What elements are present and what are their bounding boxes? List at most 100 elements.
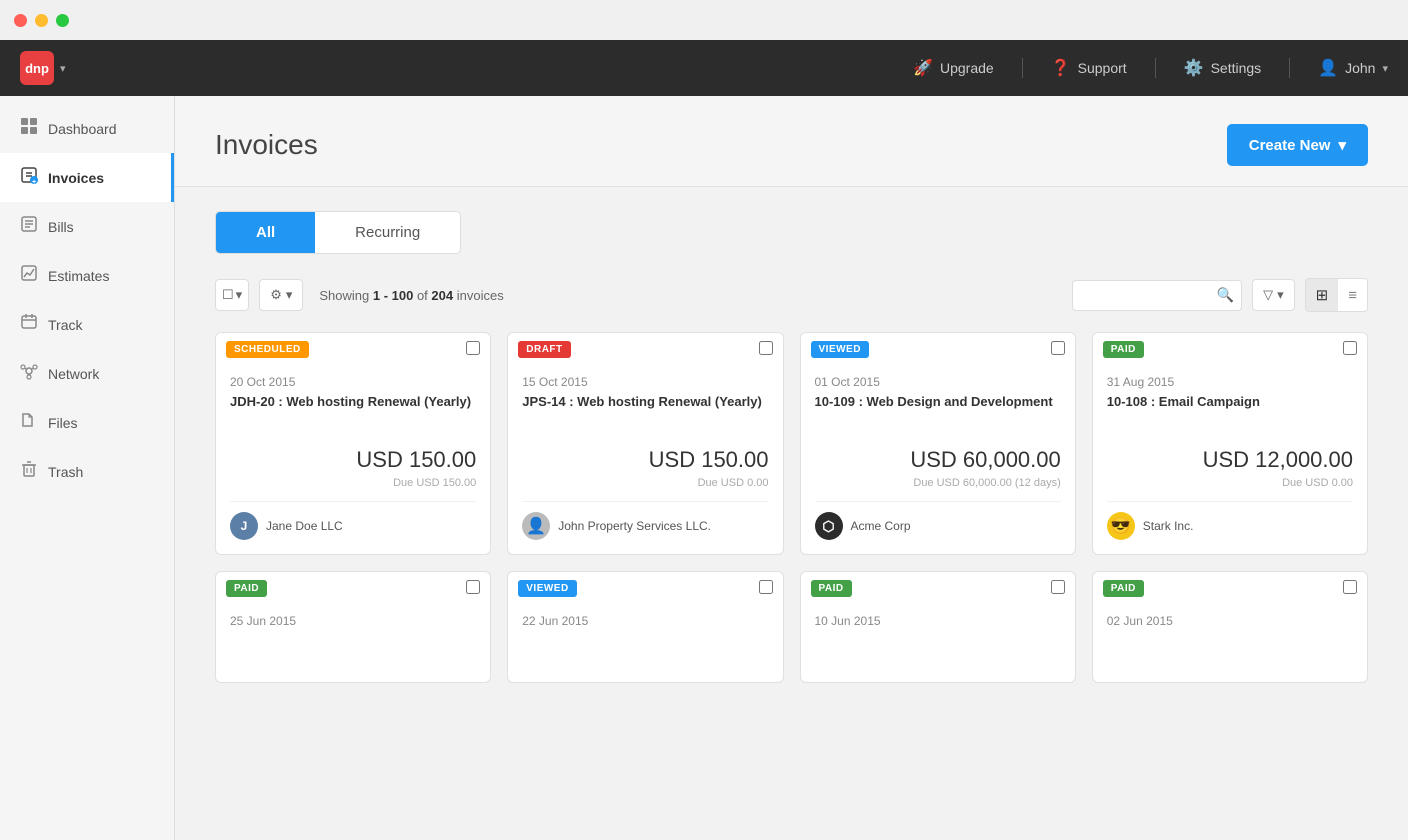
status-badge-8: PAID bbox=[1103, 580, 1144, 597]
invoice-amount-3: USD 60,000.00 bbox=[815, 447, 1061, 473]
topnav-actions: 🚀 Upgrade ❓ Support ⚙️ Settings 👤 John ▾ bbox=[913, 58, 1388, 78]
topnav: dnp ▾ 🚀 Upgrade ❓ Support ⚙️ Settings 👤 … bbox=[0, 40, 1408, 96]
nav-divider bbox=[1022, 58, 1023, 78]
filter-icon: ▽ bbox=[1263, 287, 1273, 303]
user-dropdown-arrow: ▾ bbox=[1382, 62, 1388, 75]
client-name-3: Acme Corp bbox=[851, 519, 911, 533]
sidebar-label-invoices: Invoices bbox=[48, 170, 104, 186]
bills-icon bbox=[20, 215, 38, 238]
invoice-date-7: 10 Jun 2015 bbox=[815, 614, 1061, 628]
invoice-due-1: Due USD 150.00 bbox=[230, 477, 476, 489]
status-badge-6: VIEWED bbox=[518, 580, 576, 597]
toolbar: ☐ ▾ ⚙ ▾ Showing 1 - 100 of 204 invoices … bbox=[215, 278, 1368, 312]
invoice-card-3[interactable]: VIEWED 01 Oct 2015 10-109 : Web Design a… bbox=[800, 332, 1076, 555]
card-checkbox-5[interactable] bbox=[466, 580, 480, 594]
invoice-amount-1: USD 150.00 bbox=[230, 447, 476, 473]
minimize-dot[interactable] bbox=[35, 14, 48, 27]
settings-button[interactable]: ⚙️ Settings bbox=[1184, 58, 1262, 78]
invoice-card-2[interactable]: DRAFT 15 Oct 2015 JPS-14 : Web hosting R… bbox=[507, 332, 783, 555]
logo-dropdown-arrow[interactable]: ▾ bbox=[60, 62, 66, 75]
status-badge-4: PAID bbox=[1103, 341, 1144, 358]
invoice-card-7[interactable]: PAID 10 Jun 2015 bbox=[800, 571, 1076, 683]
upgrade-button[interactable]: 🚀 Upgrade bbox=[913, 58, 994, 78]
client-avatar-2: 👤 bbox=[522, 512, 550, 540]
client-avatar-4: 😎 bbox=[1107, 512, 1135, 540]
sidebar-item-trash[interactable]: Trash bbox=[0, 447, 174, 496]
sidebar-label-estimates: Estimates bbox=[48, 268, 109, 284]
invoice-title-6 bbox=[522, 632, 768, 668]
invoice-due-2: Due USD 0.00 bbox=[522, 477, 768, 489]
invoice-card-1[interactable]: SCHEDULED 20 Oct 2015 JDH-20 : Web hosti… bbox=[215, 332, 491, 555]
client-name-1: Jane Doe LLC bbox=[266, 519, 343, 533]
list-view-button[interactable]: ≡ bbox=[1338, 279, 1367, 311]
status-badge: SCHEDULED bbox=[226, 341, 309, 358]
question-icon: ❓ bbox=[1051, 58, 1071, 78]
user-name: John bbox=[1345, 60, 1375, 76]
invoice-card-4[interactable]: PAID 31 Aug 2015 10-108 : Email Campaign… bbox=[1092, 332, 1368, 555]
sidebar-label-files: Files bbox=[48, 415, 78, 431]
showing-count: Showing 1 - 100 of 204 invoices bbox=[319, 288, 503, 303]
card-checkbox-1[interactable] bbox=[466, 341, 480, 355]
invoices-icon: + bbox=[20, 166, 38, 189]
select-arrow: ▾ bbox=[236, 287, 243, 303]
card-checkbox-6[interactable] bbox=[759, 580, 773, 594]
invoice-tabs: All Recurring bbox=[215, 211, 461, 254]
tab-all[interactable]: All bbox=[216, 212, 315, 253]
sidebar-label-dashboard: Dashboard bbox=[48, 121, 117, 137]
invoice-card-8[interactable]: PAID 02 Jun 2015 bbox=[1092, 571, 1368, 683]
create-new-label: Create New bbox=[1249, 137, 1331, 154]
upgrade-label: Upgrade bbox=[940, 60, 994, 76]
svg-text:+: + bbox=[32, 179, 36, 184]
invoice-amount-4: USD 12,000.00 bbox=[1107, 447, 1353, 473]
track-icon bbox=[20, 313, 38, 336]
status-badge-2: DRAFT bbox=[518, 341, 570, 358]
card-checkbox-8[interactable] bbox=[1343, 580, 1357, 594]
sidebar-item-network[interactable]: Network bbox=[0, 349, 174, 398]
sidebar-item-dashboard[interactable]: Dashboard bbox=[0, 104, 174, 153]
grid-view-button[interactable]: ⊞ bbox=[1306, 279, 1339, 311]
estimates-icon bbox=[20, 264, 38, 287]
invoice-title-8 bbox=[1107, 632, 1353, 668]
invoice-card-5[interactable]: PAID 25 Jun 2015 bbox=[215, 571, 491, 683]
titlebar bbox=[0, 0, 1408, 40]
card-checkbox-2[interactable] bbox=[759, 341, 773, 355]
card-checkbox-3[interactable] bbox=[1051, 341, 1065, 355]
close-dot[interactable] bbox=[14, 14, 27, 27]
status-badge-3: VIEWED bbox=[811, 341, 869, 358]
gear-icon: ⚙️ bbox=[1184, 58, 1204, 78]
card-checkbox-4[interactable] bbox=[1343, 341, 1357, 355]
invoice-date-4: 31 Aug 2015 bbox=[1107, 375, 1353, 389]
invoice-cards-grid: SCHEDULED 20 Oct 2015 JDH-20 : Web hosti… bbox=[215, 332, 1368, 683]
checkbox-icon: ☐ bbox=[222, 287, 234, 303]
create-new-button[interactable]: Create New ▾ bbox=[1227, 124, 1368, 166]
nav-divider-3 bbox=[1289, 58, 1290, 78]
invoice-client-3: ⬡ Acme Corp bbox=[815, 501, 1061, 540]
invoice-date-8: 02 Jun 2015 bbox=[1107, 614, 1353, 628]
page-title: Invoices bbox=[215, 129, 318, 161]
sidebar-item-track[interactable]: Track bbox=[0, 300, 174, 349]
invoice-title-1: JDH-20 : Web hosting Renewal (Yearly) bbox=[230, 393, 476, 429]
network-icon bbox=[20, 362, 38, 385]
support-button[interactable]: ❓ Support bbox=[1051, 58, 1127, 78]
maximize-dot[interactable] bbox=[56, 14, 69, 27]
app-logo[interactable]: dnp bbox=[20, 51, 54, 85]
actions-button[interactable]: ⚙ ▾ bbox=[259, 279, 303, 311]
search-input[interactable] bbox=[1072, 280, 1242, 311]
rocket-icon: 🚀 bbox=[913, 58, 933, 78]
sidebar-item-files[interactable]: Files bbox=[0, 398, 174, 447]
invoice-title-5 bbox=[230, 632, 476, 668]
sidebar-item-invoices[interactable]: + Invoices bbox=[0, 153, 174, 202]
sidebar-label-network: Network bbox=[48, 366, 99, 382]
user-menu[interactable]: 👤 John ▾ bbox=[1318, 58, 1388, 78]
card-checkbox-7[interactable] bbox=[1051, 580, 1065, 594]
bulk-select-button[interactable]: ☐ ▾ bbox=[215, 279, 249, 311]
files-icon bbox=[20, 411, 38, 434]
sidebar-item-estimates[interactable]: Estimates bbox=[0, 251, 174, 300]
invoice-card-6[interactable]: VIEWED 22 Jun 2015 bbox=[507, 571, 783, 683]
view-toggle: ⊞ ≡ bbox=[1305, 278, 1368, 312]
filter-button[interactable]: ▽ ▾ bbox=[1252, 279, 1295, 311]
tab-recurring[interactable]: Recurring bbox=[315, 212, 460, 253]
invoice-due-3: Due USD 60,000.00 (12 days) bbox=[815, 477, 1061, 489]
sidebar: Dashboard + Invoices bbox=[0, 96, 175, 840]
sidebar-item-bills[interactable]: Bills bbox=[0, 202, 174, 251]
